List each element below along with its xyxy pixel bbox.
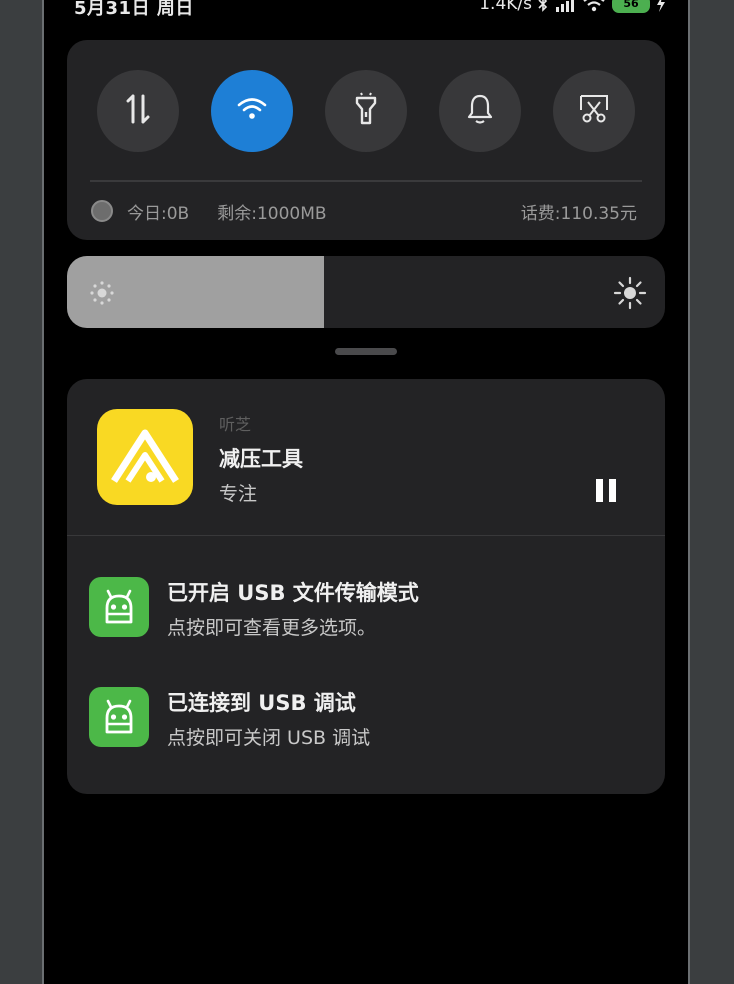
tingzhi-app-icon — [97, 409, 193, 505]
data-today: 今日:0B — [127, 203, 190, 224]
pause-button[interactable] — [591, 475, 621, 505]
usb-debugging-notification[interactable]: 已连接到 USB 调试 点按即可关闭 USB 调试 — [67, 677, 665, 757]
notification-title: 已连接到 USB 调试 — [167, 691, 356, 715]
data-usage-row[interactable]: 今日:0B 剩余:1000MB 话费:110.35元 — [91, 198, 637, 224]
quick-settings-panel: 今日:0B 剩余:1000MB 话费:110.35元 — [67, 40, 665, 240]
wifi-toggle[interactable] — [211, 70, 293, 152]
bluetooth-icon — [538, 0, 548, 12]
pause-icon-bar — [609, 478, 616, 502]
bell-icon — [466, 93, 494, 129]
wifi-icon — [582, 0, 606, 13]
media-notification[interactable]: 听芝 减压工具 专注 — [67, 379, 665, 535]
notification-title: 已开启 USB 文件传输模式 — [167, 581, 419, 605]
notification-panel: 听芝 减压工具 专注 已开启 USB 文件传输模式 点按即可查看更多选项。 已连… — [67, 379, 665, 794]
pause-icon — [596, 478, 603, 502]
flashlight-toggle[interactable] — [325, 70, 407, 152]
android-icon — [89, 687, 149, 747]
qs-divider — [90, 180, 642, 182]
phone-balance: 话费:110.35元 — [520, 203, 637, 224]
battery-icon: 56 — [612, 0, 650, 13]
status-icons: 1.4K/s 56 — [479, 0, 666, 14]
flashlight-icon — [352, 92, 380, 130]
notification-text: 点按即可关闭 USB 调试 — [167, 727, 371, 749]
drag-handle[interactable] — [335, 348, 397, 355]
notification-text: 点按即可查看更多选项。 — [167, 617, 377, 639]
usb-file-transfer-notification[interactable]: 已开启 USB 文件传输模式 点按即可查看更多选项。 — [67, 567, 665, 647]
net-speed: 1.4K/s — [479, 0, 532, 14]
mobile-data-toggle[interactable] — [97, 70, 179, 152]
screenshot-scissors-icon — [579, 94, 609, 128]
signal-icon — [554, 0, 576, 12]
android-icon — [89, 577, 149, 637]
wifi-icon — [237, 97, 267, 125]
media-subtitle: 专注 — [219, 483, 258, 505]
charging-icon — [656, 0, 666, 12]
data-arrows-icon — [123, 92, 153, 130]
brightness-low-icon — [89, 280, 115, 310]
media-app-name: 听芝 — [219, 415, 252, 434]
notification-divider — [67, 535, 665, 536]
brightness-high-icon — [613, 276, 647, 314]
data-usage-indicator-icon — [91, 200, 113, 222]
notification-toggle[interactable] — [439, 70, 521, 152]
brightness-slider[interactable] — [67, 256, 665, 328]
status-bar: 5月31日 周日 1.4K/s 56 — [74, 0, 666, 24]
screenshot-toggle[interactable] — [553, 70, 635, 152]
data-remaining: 剩余:1000MB — [217, 203, 327, 224]
media-title: 减压工具 — [219, 447, 303, 471]
status-datetime: 5月31日 周日 — [74, 0, 194, 19]
